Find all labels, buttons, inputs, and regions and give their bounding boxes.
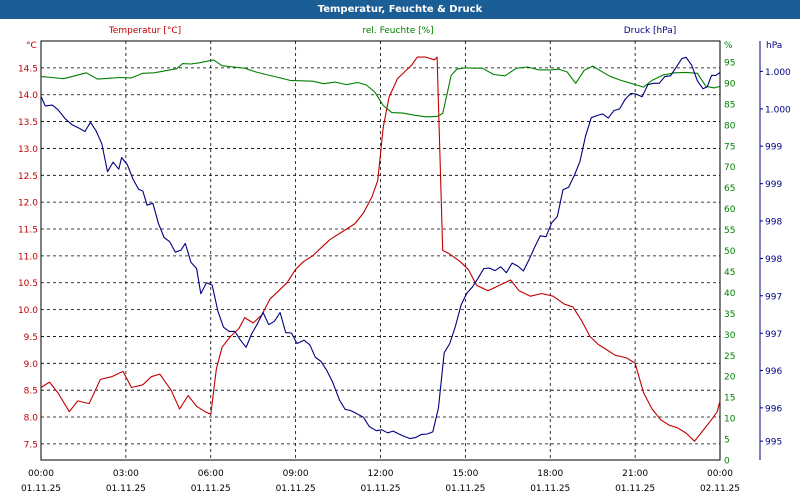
tick-label-left: 9.5	[24, 333, 38, 343]
tick-label-right1: 5	[724, 436, 730, 446]
tick-label-x-time: 09:00	[283, 469, 309, 479]
tick-label-right1: 10	[724, 415, 736, 425]
tick-label-right1: 95	[724, 58, 735, 68]
axis-unit-right2: hPa	[766, 41, 782, 51]
tick-label-right1: 45	[724, 268, 735, 278]
tick-label-x-date: 01.11.25	[191, 484, 231, 494]
tick-label-x-date: 01.11.25	[530, 484, 570, 494]
tick-label-left: 10.5	[18, 279, 38, 289]
series-label: Druck [hPa]	[624, 26, 677, 36]
tick-label-right1: 35	[724, 310, 735, 320]
tick-label-right2: 999	[765, 180, 782, 190]
tick-label-left: 8.5	[24, 387, 38, 397]
tick-label-x-time: 06:00	[198, 469, 224, 479]
tick-label-right2: 1.000	[765, 68, 791, 78]
tick-label-x-time: 12:00	[368, 469, 394, 479]
tick-label-left: 12.5	[18, 172, 38, 182]
tick-label-right1: 0	[724, 457, 730, 467]
tick-label-x-time: 15:00	[452, 469, 478, 479]
tick-label-left: 11.5	[18, 226, 38, 236]
tick-label-right1: 50	[724, 247, 736, 257]
tick-label-right2: 995	[765, 438, 782, 448]
tick-label-right2: 997	[765, 330, 782, 340]
tick-label-x-date: 01.11.25	[106, 484, 146, 494]
tick-label-right2: 996	[765, 367, 782, 377]
tick-label-right1: 25	[724, 352, 735, 362]
tick-label-right2: 999	[765, 143, 782, 153]
tick-label-x-time: 03:00	[113, 469, 139, 479]
tick-label-x-time: 21:00	[622, 469, 648, 479]
line-chart: Temperatur [°C] rel. Feuchte [%] Druck [hP…	[0, 19, 800, 500]
axis-unit-right1: %	[724, 41, 733, 51]
tick-label-right1: 65	[724, 184, 735, 194]
tick-label-left: 9.0	[24, 360, 39, 370]
tick-label-left: 14.0	[18, 91, 38, 101]
series-label: rel. Feuchte [%]	[362, 26, 433, 36]
tick-label-left: 11.0	[18, 252, 38, 262]
tick-label-x-date: 01.11.25	[360, 484, 400, 494]
tick-label-right2: 997	[765, 292, 782, 302]
tick-label-right1: 30	[724, 331, 736, 341]
tick-label-right1: 70	[724, 163, 736, 173]
tick-label-left: 13.5	[18, 118, 38, 128]
tick-label-x-date: 01.11.25	[21, 484, 61, 494]
tick-label-right1: 80	[724, 121, 736, 131]
tick-label-x-date: 01.11.25	[276, 484, 316, 494]
tick-label-right1: 15	[724, 394, 735, 404]
tick-label-left: 7.5	[24, 440, 38, 450]
tick-label-right2: 998	[765, 255, 782, 265]
axis-unit-left: °C	[26, 41, 37, 51]
tick-label-x-time: 00:00	[28, 469, 54, 479]
tick-label-x-date: 01.11.25	[615, 484, 655, 494]
tick-label-right1: 60	[724, 205, 736, 215]
tick-label-right2: 1.000	[765, 105, 791, 115]
tick-label-left: 8.0	[24, 414, 39, 424]
tick-label-x-date: 01.11.25	[445, 484, 485, 494]
tick-label-x-time: 18:00	[537, 469, 563, 479]
tick-label-x-time: 00:00	[707, 469, 733, 479]
chart-background	[0, 19, 800, 500]
chart-title: Temperatur, Feuchte & Druck	[0, 0, 800, 19]
tick-label-right1: 40	[724, 289, 736, 299]
tick-label-right2: 996	[765, 404, 782, 414]
tick-label-left: 12.0	[18, 199, 38, 209]
tick-label-left: 14.5	[18, 64, 38, 74]
tick-label-right1: 90	[724, 79, 736, 89]
tick-label-right1: 20	[724, 373, 736, 383]
tick-label-left: 13.0	[18, 145, 38, 155]
tick-label-right1: 75	[724, 142, 735, 152]
tick-label-x-date: 02.11.25	[700, 484, 740, 494]
series-label: Temperatur [°C]	[108, 26, 181, 36]
tick-label-left: 10.0	[18, 306, 38, 316]
tick-label-right1: 55	[724, 226, 735, 236]
tick-label-right2: 998	[765, 217, 782, 227]
tick-label-right1: 85	[724, 100, 735, 110]
